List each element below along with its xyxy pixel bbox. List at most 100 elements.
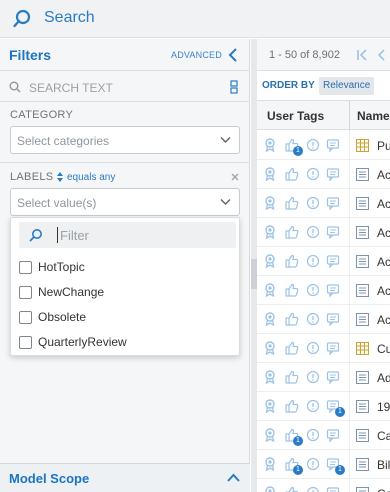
table-row[interactable]: Ac bbox=[257, 160, 390, 189]
endorse-icon[interactable] bbox=[263, 138, 277, 153]
warning-icon[interactable] bbox=[306, 225, 320, 239]
like-icon[interactable] bbox=[285, 196, 299, 210]
dropdown-option[interactable]: HotTopic bbox=[19, 258, 229, 278]
checkbox[interactable] bbox=[19, 336, 32, 349]
endorse-icon[interactable] bbox=[263, 341, 277, 356]
endorse-icon[interactable] bbox=[263, 486, 277, 492]
like-icon[interactable] bbox=[285, 225, 299, 239]
comment-icon[interactable] bbox=[326, 196, 340, 211]
dropdown-option[interactable]: QuarterlyReview bbox=[19, 333, 229, 353]
sort-toggle-icon[interactable] bbox=[57, 172, 63, 182]
like-icon[interactable] bbox=[285, 486, 299, 492]
row-name-link[interactable]: Pu bbox=[377, 139, 390, 153]
endorse-icon[interactable] bbox=[263, 312, 277, 327]
endorse-icon[interactable] bbox=[263, 370, 277, 385]
table-row[interactable]: 1 19 bbox=[257, 392, 390, 421]
row-name-link[interactable]: Ac bbox=[377, 255, 390, 269]
table-row[interactable]: 1 Pu bbox=[257, 131, 390, 160]
warning-icon[interactable] bbox=[306, 428, 320, 442]
dropdown-option[interactable]: NewChange bbox=[19, 283, 229, 303]
comment-icon[interactable] bbox=[326, 167, 340, 182]
endorse-icon[interactable] bbox=[263, 399, 277, 414]
model-scope-section[interactable]: Model Scope bbox=[0, 463, 250, 492]
column-separator[interactable] bbox=[349, 101, 350, 131]
like-icon[interactable] bbox=[285, 399, 299, 413]
row-name-link[interactable]: Ac bbox=[377, 197, 390, 211]
comment-icon[interactable] bbox=[326, 486, 340, 492]
endorse-icon[interactable] bbox=[263, 167, 277, 182]
row-name-link[interactable]: Ac bbox=[377, 168, 390, 182]
table-row[interactable]: Ac bbox=[257, 247, 390, 276]
search-label[interactable]: Search bbox=[44, 9, 95, 27]
like-icon[interactable] bbox=[285, 341, 299, 355]
endorse-icon[interactable] bbox=[263, 225, 277, 240]
endorse-icon[interactable] bbox=[263, 283, 277, 298]
order-by-select[interactable]: Relevance bbox=[319, 77, 375, 95]
checkbox[interactable] bbox=[19, 261, 32, 274]
table-row[interactable]: Ac bbox=[257, 276, 390, 305]
dropdown-filter-input[interactable]: Filter bbox=[19, 222, 236, 248]
like-icon[interactable] bbox=[285, 370, 299, 384]
endorse-icon[interactable] bbox=[263, 428, 277, 443]
warning-icon[interactable] bbox=[306, 254, 320, 268]
like-icon[interactable] bbox=[285, 167, 299, 181]
first-page-icon[interactable] bbox=[356, 49, 368, 61]
table-row[interactable]: 1 Ca bbox=[257, 421, 390, 450]
warning-icon[interactable] bbox=[306, 283, 320, 297]
row-name-link[interactable]: Ad bbox=[377, 371, 390, 385]
endorse-icon[interactable] bbox=[263, 457, 277, 472]
table-row[interactable]: Ca bbox=[257, 479, 390, 492]
advanced-link[interactable]: ADVANCED bbox=[171, 50, 222, 60]
warning-icon[interactable] bbox=[306, 457, 320, 471]
row-name-link[interactable]: Ca bbox=[377, 429, 390, 443]
table-row[interactable]: 1 1 Bil bbox=[257, 450, 390, 479]
warning-icon[interactable] bbox=[306, 341, 320, 355]
row-name-link[interactable]: Ac bbox=[377, 284, 390, 298]
comment-icon[interactable] bbox=[326, 370, 340, 385]
previous-page-icon[interactable] bbox=[377, 49, 385, 61]
chevron-up-icon[interactable] bbox=[227, 473, 240, 482]
row-name-link[interactable]: Ac bbox=[377, 313, 390, 327]
warning-icon[interactable] bbox=[306, 399, 320, 413]
close-icon[interactable] bbox=[231, 173, 239, 181]
comment-icon[interactable] bbox=[326, 341, 340, 356]
global-search-bar[interactable]: Search bbox=[0, 0, 390, 38]
table-row[interactable]: Cu bbox=[257, 334, 390, 363]
checkbox[interactable] bbox=[19, 286, 32, 299]
comment-icon[interactable] bbox=[326, 283, 340, 298]
table-row[interactable]: Ad bbox=[257, 363, 390, 392]
table-row[interactable]: Ac bbox=[257, 218, 390, 247]
row-name-link[interactable]: Cu bbox=[377, 342, 390, 356]
search-options-icon[interactable] bbox=[230, 80, 238, 94]
search-text-input[interactable]: SEARCH TEXT bbox=[0, 72, 250, 102]
comment-icon[interactable] bbox=[326, 254, 340, 269]
labels-select[interactable]: Select value(s) bbox=[10, 188, 240, 216]
row-name-link[interactable]: Ca bbox=[377, 487, 390, 492]
labels-operator[interactable]: equals any bbox=[67, 172, 115, 183]
category-select[interactable]: Select categories bbox=[10, 126, 240, 154]
column-header-name[interactable]: Name bbox=[357, 109, 390, 123]
chevron-left-icon[interactable] bbox=[227, 47, 239, 63]
like-icon[interactable] bbox=[285, 254, 299, 268]
table-row[interactable]: Ac bbox=[257, 305, 390, 334]
endorse-icon[interactable] bbox=[263, 254, 277, 269]
comment-icon[interactable] bbox=[326, 138, 340, 153]
row-name-link[interactable]: 19 bbox=[377, 400, 390, 414]
checkbox[interactable] bbox=[19, 311, 32, 324]
warning-icon[interactable] bbox=[306, 370, 320, 384]
column-header-user-tags[interactable]: User Tags bbox=[267, 109, 324, 123]
endorse-icon[interactable] bbox=[263, 196, 277, 211]
comment-icon[interactable] bbox=[326, 428, 340, 443]
row-name-link[interactable]: Bil bbox=[377, 458, 390, 472]
row-name-link[interactable]: Ac bbox=[377, 226, 390, 240]
warning-icon[interactable] bbox=[306, 138, 320, 152]
like-icon[interactable] bbox=[285, 312, 299, 326]
comment-icon[interactable] bbox=[326, 312, 340, 327]
comment-icon[interactable] bbox=[326, 225, 340, 240]
table-row[interactable]: Ac bbox=[257, 189, 390, 218]
warning-icon[interactable] bbox=[306, 167, 320, 181]
dropdown-option[interactable]: Obsolete bbox=[19, 308, 229, 328]
warning-icon[interactable] bbox=[306, 486, 320, 492]
warning-icon[interactable] bbox=[306, 196, 320, 210]
warning-icon[interactable] bbox=[306, 312, 320, 326]
